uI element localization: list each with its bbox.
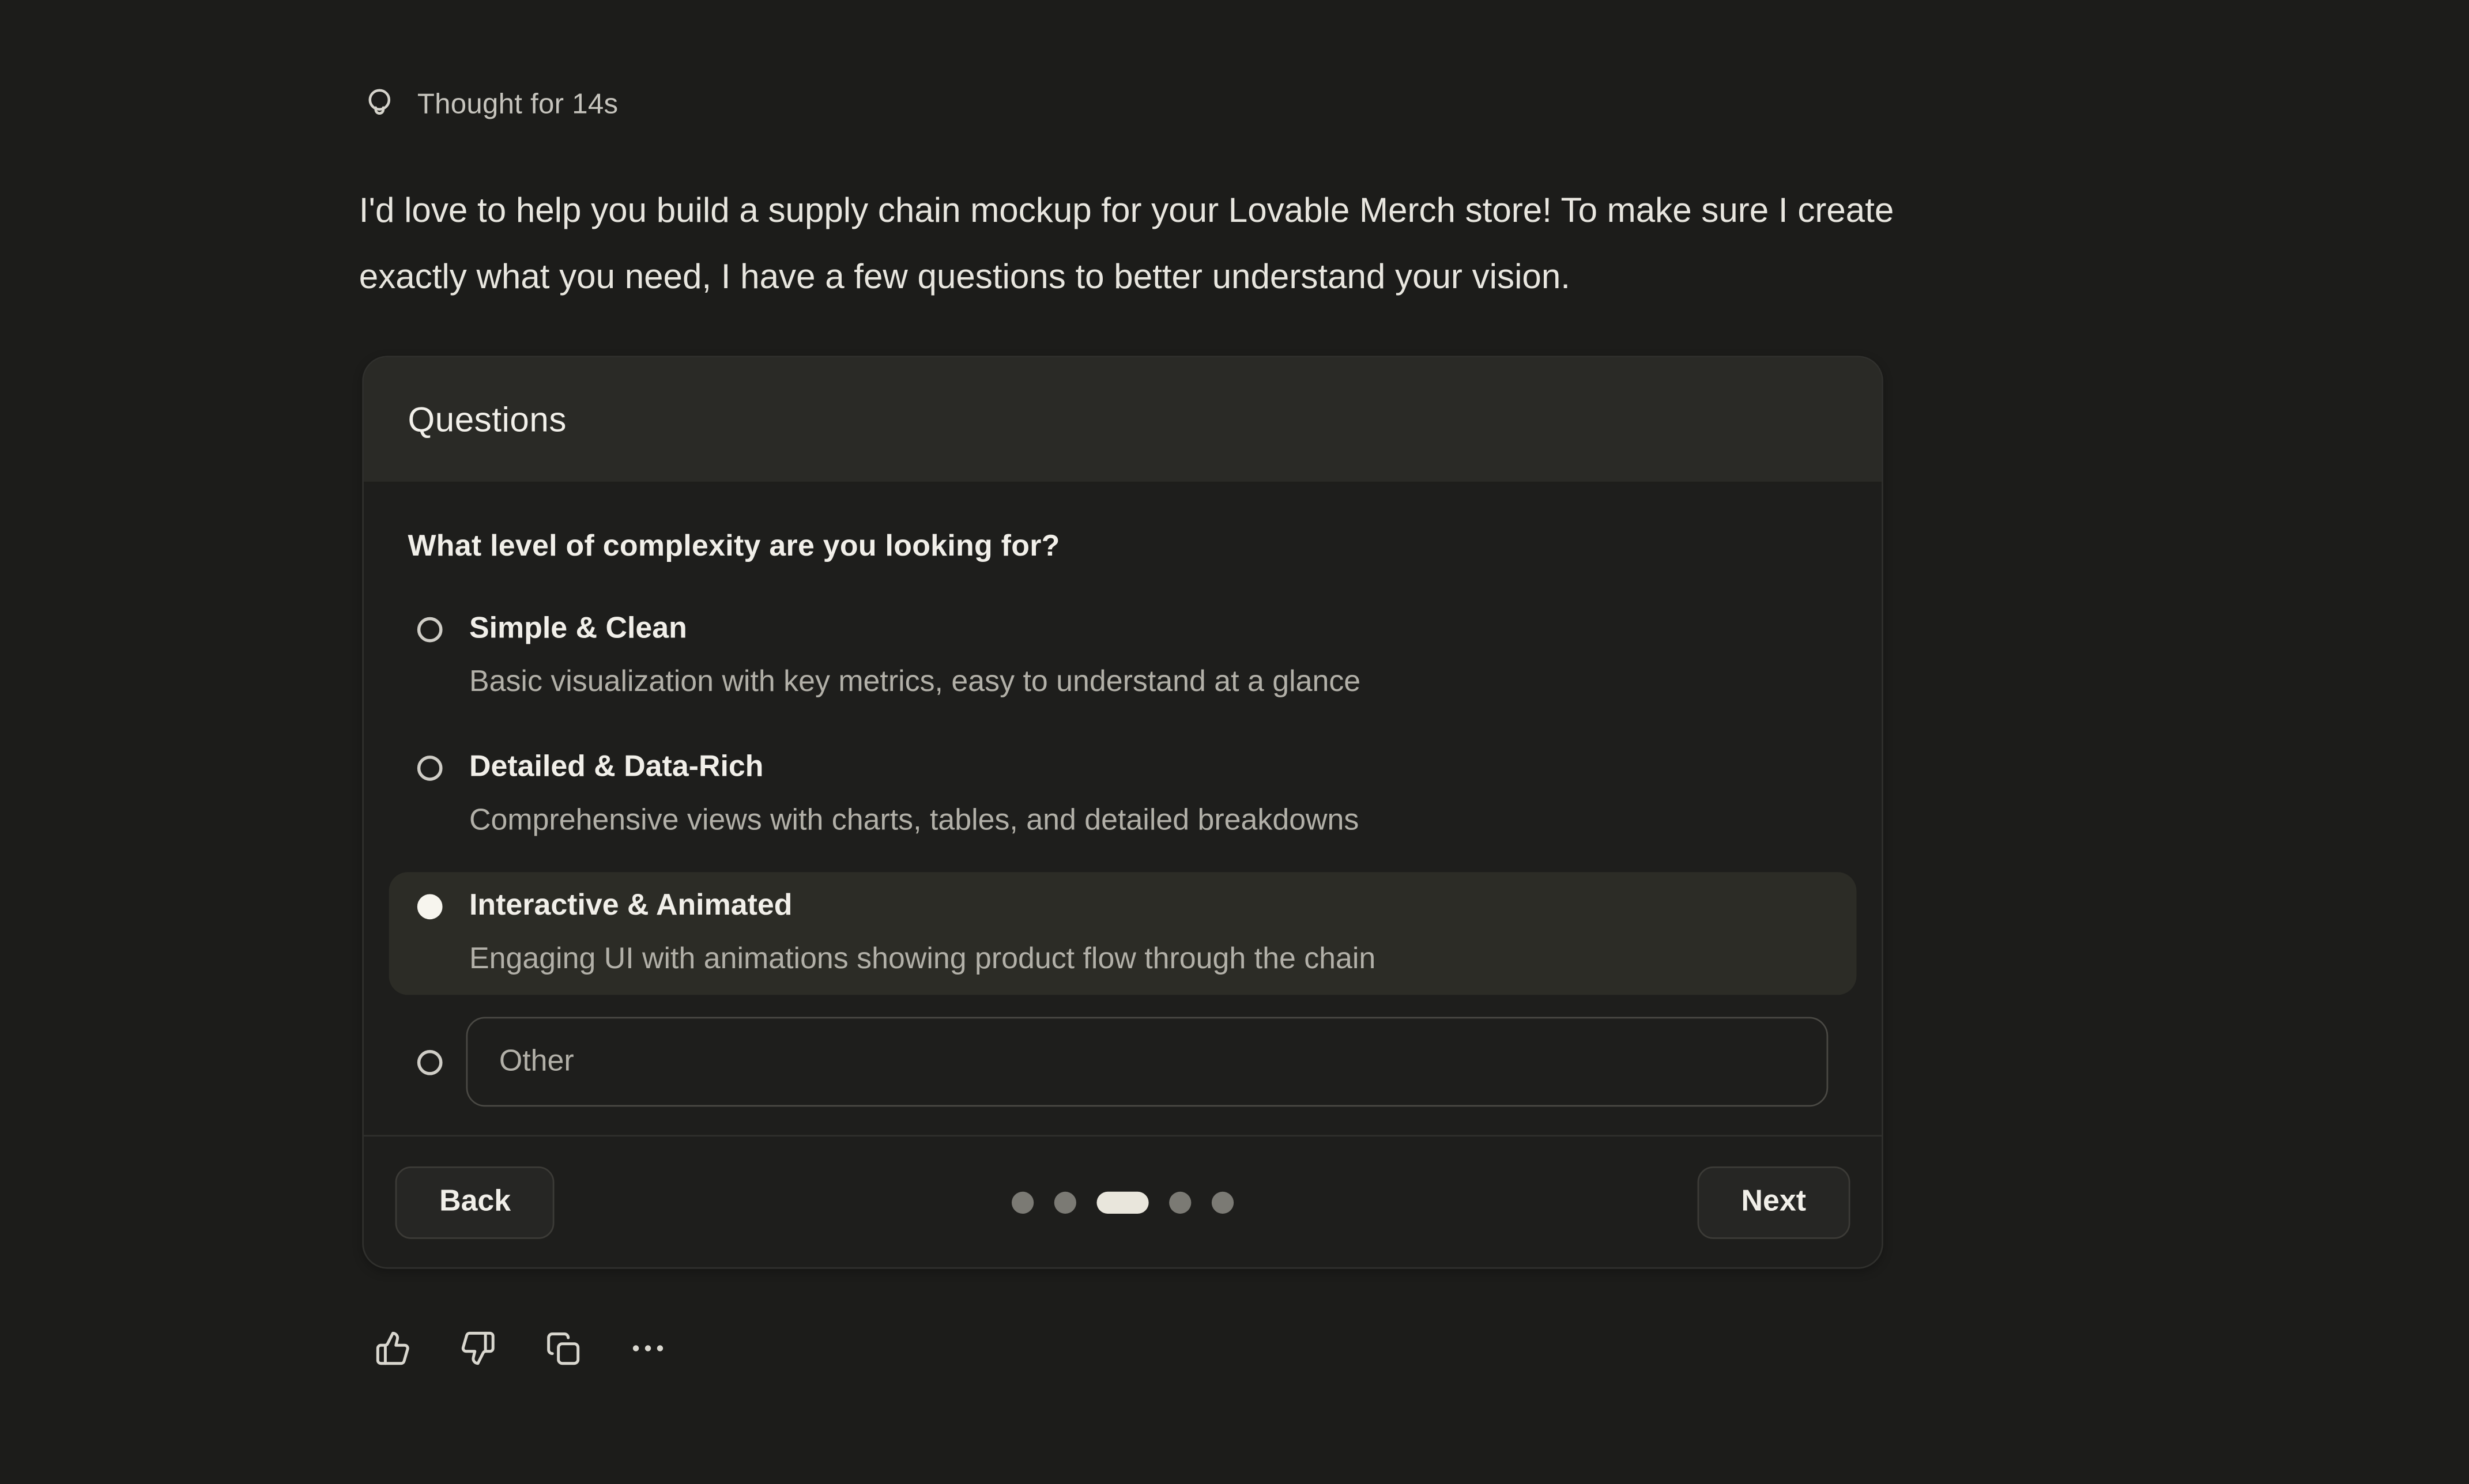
step-dot-3-active [1096, 1191, 1148, 1213]
option-description: Basic visualization with key metrics, ea… [469, 664, 1360, 703]
more-options-icon [630, 1330, 666, 1366]
option-detailed-data-rich[interactable]: Detailed & Data-Rich Comprehensive views… [389, 734, 1857, 856]
option-description: Engaging UI with animations showing prod… [469, 941, 1375, 979]
lightbulb-icon [362, 85, 397, 123]
thumbs-down-button[interactable] [460, 1328, 496, 1366]
option-simple-clean[interactable]: Simple & Clean Basic visualization with … [389, 595, 1857, 718]
step-dot-5 [1212, 1191, 1234, 1213]
thought-duration-toggle[interactable]: Thought for 14s [362, 85, 618, 123]
radio-unselected-icon[interactable] [417, 617, 443, 643]
step-indicator [1012, 1191, 1234, 1213]
copy-button[interactable] [545, 1328, 581, 1366]
step-dot-1 [1012, 1191, 1034, 1213]
card-title: Questions [408, 399, 566, 440]
questions-card-header: Questions [364, 357, 1882, 484]
assistant-message-text: I'd love to help you build a supply chai… [359, 178, 2217, 310]
chat-message-area: Thought for 14s I'd love to help you bui… [0, 0, 2469, 1484]
questions-card: Questions What level of complexity are y… [362, 356, 1883, 1268]
option-description: Comprehensive views with charts, tables,… [469, 803, 1359, 841]
radio-unselected-icon[interactable] [417, 1049, 443, 1075]
wizard-footer: Back Next [364, 1135, 1882, 1267]
copy-icon [545, 1330, 581, 1366]
back-button[interactable]: Back [395, 1166, 555, 1238]
more-options-button[interactable] [630, 1328, 666, 1366]
option-title: Interactive & Animated [469, 888, 1375, 926]
option-other[interactable] [389, 1011, 1857, 1107]
message-actions-bar [375, 1328, 666, 1366]
radio-unselected-icon[interactable] [417, 756, 443, 781]
next-button[interactable]: Next [1697, 1166, 1850, 1238]
step-dot-4 [1169, 1191, 1191, 1213]
question-text: What level of complexity are you looking… [408, 531, 1837, 565]
step-dot-2 [1054, 1191, 1076, 1213]
radio-selected-icon[interactable] [417, 894, 443, 919]
option-title: Detailed & Data-Rich [469, 749, 1359, 787]
options-list: Simple & Clean Basic visualization with … [408, 595, 1837, 1107]
other-option-input[interactable] [466, 1017, 1829, 1107]
option-interactive-animated[interactable]: Interactive & Animated Engaging UI with … [389, 872, 1857, 995]
thumbs-down-icon [460, 1330, 496, 1366]
thumbs-up-icon [375, 1330, 411, 1366]
thought-label: Thought for 14s [417, 88, 619, 120]
thumbs-up-button[interactable] [375, 1328, 411, 1366]
questions-card-body: What level of complexity are you looking… [364, 484, 1882, 1107]
option-title: Simple & Clean [469, 611, 1360, 649]
